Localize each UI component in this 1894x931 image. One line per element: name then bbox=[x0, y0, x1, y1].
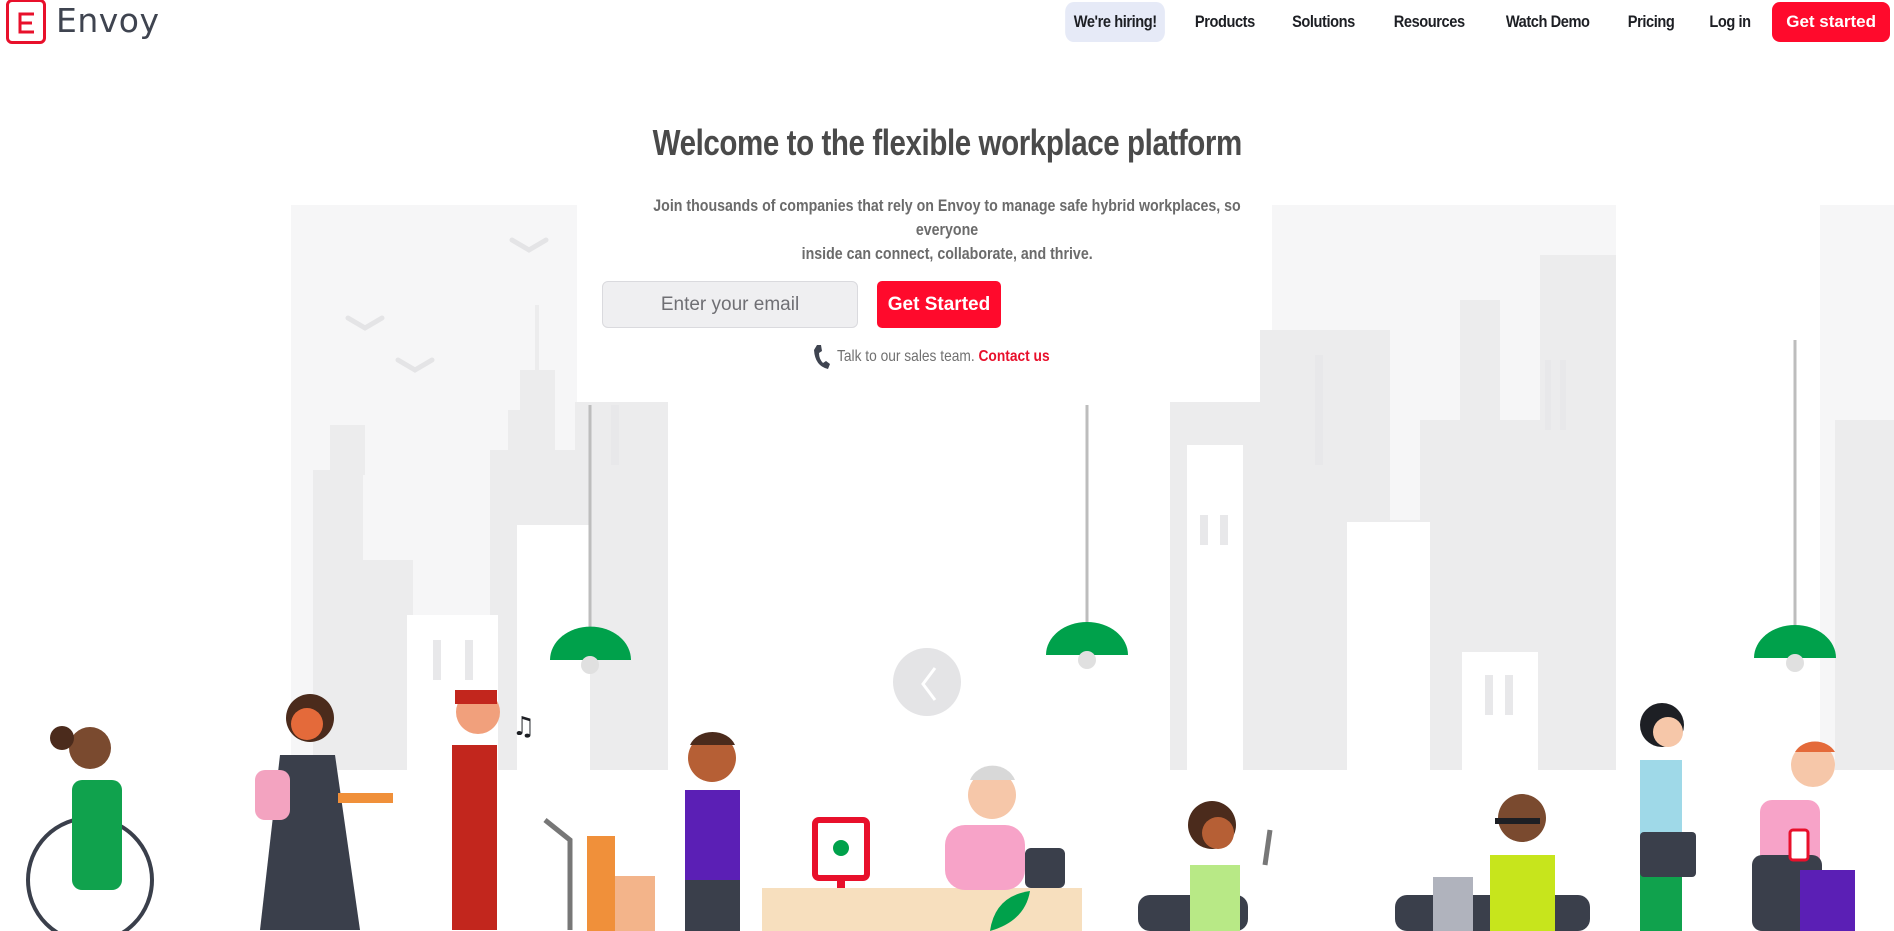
nav-get-started-button[interactable]: Get started bbox=[1772, 2, 1890, 42]
nav-products[interactable]: Products bbox=[1195, 12, 1255, 32]
nav-pricing[interactable]: Pricing bbox=[1628, 12, 1675, 32]
get-started-button[interactable]: Get Started bbox=[877, 281, 1001, 328]
svg-text:♫: ♫ bbox=[512, 712, 535, 742]
phone-icon bbox=[814, 345, 830, 369]
nav-resources[interactable]: Resources bbox=[1394, 12, 1465, 32]
top-header: Envoy We're hiring! Products Solutions R… bbox=[0, 0, 1894, 44]
nav-login[interactable]: Log in bbox=[1710, 12, 1752, 32]
nav-hiring-link[interactable]: We're hiring! bbox=[1065, 2, 1166, 42]
nav-solutions[interactable]: Solutions bbox=[1293, 12, 1356, 32]
sales-text-wrap: Talk to our sales team. Contact us bbox=[837, 348, 1050, 366]
nav-watch-demo[interactable]: Watch Demo bbox=[1506, 12, 1590, 32]
contact-us-link[interactable]: Contact us bbox=[978, 348, 1049, 365]
hero-subtitle-line1: Join thousands of companies that rely on… bbox=[653, 197, 1241, 239]
sales-text: Talk to our sales team. bbox=[837, 348, 975, 365]
logo-mark-icon bbox=[6, 0, 46, 44]
hero-title: Welcome to the flexible workplace platfo… bbox=[652, 122, 1242, 163]
hero-subtitle: Join thousands of companies that rely on… bbox=[597, 194, 1297, 266]
envoy-logo[interactable]: Envoy bbox=[6, 0, 160, 44]
logo-wordmark: Envoy bbox=[56, 0, 160, 40]
hero-subtitle-line2: inside can connect, collaborate, and thr… bbox=[801, 245, 1093, 263]
main-nav: We're hiring! Products Solutions Resourc… bbox=[1057, 0, 1894, 44]
email-input[interactable] bbox=[602, 281, 858, 328]
sales-contact-line: Talk to our sales team. Contact us bbox=[813, 344, 1084, 370]
